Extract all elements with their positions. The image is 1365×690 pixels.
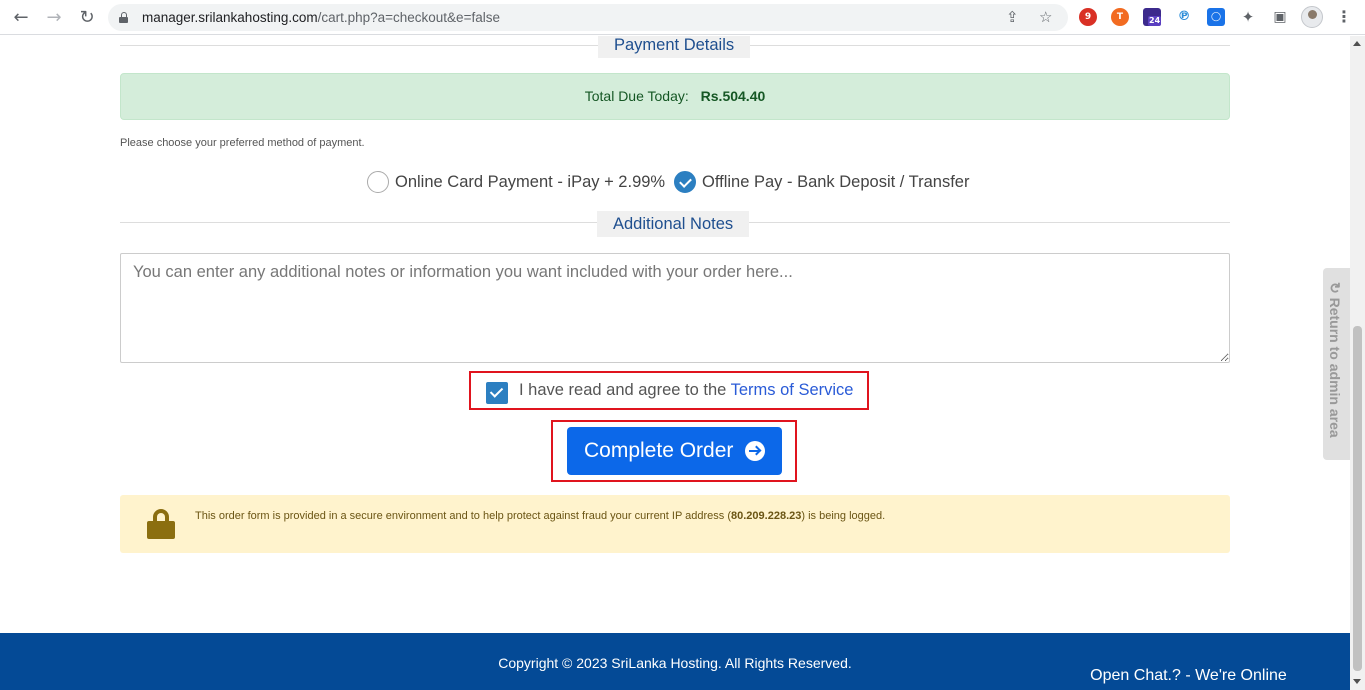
- payment-option-offline[interactable]: Offline Pay - Bank Deposit / Transfer: [674, 170, 969, 194]
- menu-icon[interactable]: ⋮: [1335, 8, 1353, 26]
- lock-icon[interactable]: [119, 12, 128, 23]
- payment-details-heading: Payment Details: [598, 36, 751, 58]
- secure-notice: This order form is provided in a secure …: [120, 495, 1230, 553]
- radio-offline-payment[interactable]: [674, 171, 696, 193]
- tos-highlight: I have read and agree to the Terms of Se…: [469, 371, 869, 410]
- arrow-circle-right-icon: [745, 441, 765, 461]
- payment-method-prompt: Please choose your preferred method of p…: [120, 137, 365, 149]
- additional-notes-textarea[interactable]: [120, 253, 1230, 363]
- ip-address: 80.209.228.23: [731, 510, 802, 522]
- payment-option-label[interactable]: Offline Pay - Bank Deposit / Transfer: [702, 173, 969, 192]
- extension-icon[interactable]: ℗: [1175, 8, 1193, 26]
- address-bar[interactable]: manager.srilankahosting.com/cart.php?a=c…: [108, 4, 1068, 31]
- lock-icon: [147, 509, 175, 539]
- terms-of-service-link[interactable]: Terms of Service: [731, 381, 854, 399]
- radio-card-payment[interactable]: [367, 171, 389, 193]
- payment-option-card[interactable]: Online Card Payment - iPay + 2.99%: [367, 170, 665, 194]
- extension-icon[interactable]: ◯: [1207, 8, 1225, 26]
- scrollbar-thumb[interactable]: [1353, 326, 1362, 671]
- checkout-page: Payment Details Total Due Today: Rs.504.…: [0, 36, 1350, 690]
- back-icon[interactable]: ←: [10, 7, 32, 29]
- browser-toolbar: ← → ↻ manager.srilankahosting.com/cart.p…: [0, 0, 1365, 35]
- total-due-box: Total Due Today: Rs.504.40: [120, 73, 1230, 120]
- extension-icon[interactable]: 24: [1143, 8, 1162, 26]
- total-due-amount: Rs.504.40: [700, 88, 766, 104]
- secure-notice-text: This order form is provided in a secure …: [195, 510, 886, 522]
- tos-label: I have read and agree to the Terms of Se…: [519, 381, 854, 399]
- complete-order-label: Complete Order: [584, 439, 734, 462]
- extension-icon[interactable]: 9: [1079, 8, 1097, 26]
- additional-notes-heading: Additional Notes: [597, 211, 750, 237]
- share-icon[interactable]: ⇪: [1006, 8, 1019, 26]
- complete-order-highlight: Complete Order: [551, 420, 797, 482]
- complete-order-button[interactable]: Complete Order: [567, 427, 782, 475]
- scroll-down-arrow-icon[interactable]: [1353, 679, 1361, 684]
- return-to-admin-label: ↻ Return to admin area: [1327, 282, 1343, 438]
- scroll-up-arrow-icon[interactable]: [1353, 41, 1361, 46]
- total-due-label: Total Due Today:: [584, 88, 689, 104]
- footer: Copyright © 2023 SriLanka Hosting. All R…: [0, 633, 1350, 690]
- open-chat-button[interactable]: Open Chat.? - We're Online: [1076, 661, 1301, 690]
- page-scrollbar[interactable]: [1350, 36, 1365, 690]
- reload-icon[interactable]: ↻: [76, 7, 98, 29]
- refresh-icon: ↻: [1327, 282, 1343, 298]
- puzzle-icon[interactable]: ✦: [1239, 8, 1257, 26]
- forward-icon[interactable]: →: [43, 7, 65, 29]
- side-panel-icon[interactable]: ▣: [1271, 8, 1289, 26]
- bookmark-star-icon[interactable]: ☆: [1039, 8, 1052, 26]
- extension-badge: 24: [1148, 16, 1162, 26]
- payment-option-label[interactable]: Online Card Payment - iPay + 2.99%: [395, 173, 665, 192]
- return-to-admin-tab[interactable]: ↻ Return to admin area: [1323, 268, 1350, 460]
- tos-checkbox[interactable]: [486, 382, 508, 404]
- extension-icon[interactable]: T: [1111, 8, 1129, 26]
- url-text[interactable]: manager.srilankahosting.com/cart.php?a=c…: [142, 10, 500, 25]
- avatar[interactable]: [1301, 6, 1323, 28]
